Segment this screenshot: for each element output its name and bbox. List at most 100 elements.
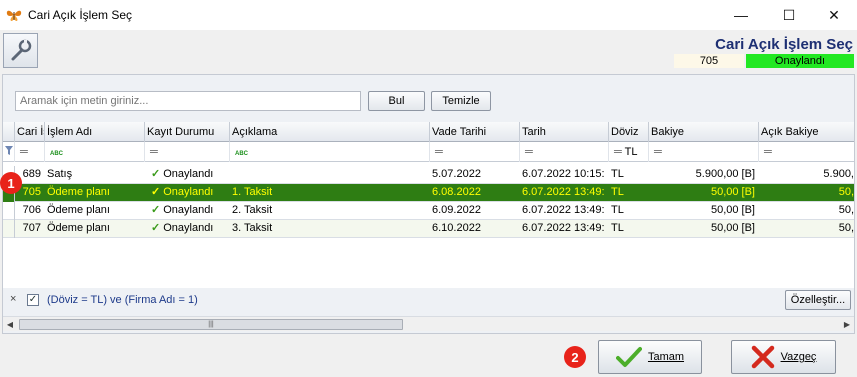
filter-row: ═ ABC ═ ABC ═ ═ ═ TL ═ ═ (3, 142, 854, 162)
cell-aciklama: 1. Taksit (232, 186, 273, 198)
cell-kayit-durumu: ✓ Onaylandı (145, 184, 230, 202)
col-header-bakiye[interactable]: Bakiye (649, 122, 759, 142)
abc-filter-icon: ABC (50, 151, 63, 157)
col-header-aciklama[interactable]: Açıklama (230, 122, 430, 142)
filter-kayit-durumu[interactable]: ═ (145, 142, 230, 162)
cell-status-text: Onaylandı (163, 168, 214, 180)
filter-bakiye[interactable]: ═ (649, 142, 759, 162)
cell-doviz: TL (611, 222, 624, 234)
filter-enabled-checkbox[interactable]: ✓ (27, 294, 39, 306)
filter-tarih[interactable]: ═ (520, 142, 609, 162)
cell-cari: 707 (22, 222, 41, 234)
filter-islem-adi[interactable]: ABC (45, 142, 145, 162)
table-row[interactable]: 707 Ödeme planı ✓ Onaylandı 3. Taksit 6.1… (3, 220, 854, 238)
row-indicator-header (3, 122, 15, 142)
window-title: Cari Açık İşlem Seç (28, 8, 133, 22)
cell-kayit-durumu: ✓ Onaylandı (145, 202, 230, 220)
cell-acik-bakiye: 5.900, (823, 168, 854, 180)
grid-header: Cari İş İşlem Adı Kayıt Durumu Açıklama … (3, 122, 854, 142)
filter-expression[interactable]: (Döviz = TL) ve (Firma Adı = 1) (47, 294, 198, 306)
cell-aciklama: 2. Taksit (232, 204, 273, 216)
clear-filter-icon[interactable]: × (10, 293, 16, 305)
col-header-islem-adi[interactable]: İşlem Adı (45, 122, 145, 142)
scroll-left-icon[interactable]: ◀ (3, 318, 17, 331)
cancel-button[interactable]: Vazgeç (731, 340, 836, 374)
funnel-icon (5, 146, 13, 155)
cell-islem-adi: Ödeme planı (47, 222, 110, 234)
table-row[interactable]: 689 Satış ✓ Onaylandı 5.07.2022 6.07.2022… (3, 166, 854, 184)
title-bar: Cari Açık İşlem Seç — ☐ ✕ (0, 0, 857, 30)
cell-tarih: 6.07.2022 13:49: (522, 204, 605, 216)
minimize-button[interactable]: — (718, 0, 764, 30)
check-icon: ✓ (151, 222, 161, 234)
cell-islem-adi: Satış (47, 168, 73, 180)
filter-acik-bakiye[interactable]: ═ (759, 142, 854, 162)
filter-bar: × ✓ (Döviz = TL) ve (Firma Adı = 1) (3, 290, 854, 312)
maximize-button[interactable]: ☐ (766, 0, 812, 30)
data-grid: Cari İş İşlem Adı Kayıt Durumu Açıklama … (3, 122, 854, 288)
cell-vade-tarihi: 6.09.2022 (432, 204, 481, 216)
cell-status-text: Onaylandı (163, 222, 214, 234)
close-button[interactable]: ✕ (811, 0, 857, 30)
cell-acik-bakiye: 50, (838, 222, 854, 234)
cell-tarih: 6.07.2022 13:49: (522, 222, 605, 234)
filter-aciklama[interactable]: ABC (230, 142, 430, 162)
scroll-thumb[interactable]: ||| (19, 319, 403, 330)
cell-doviz: TL (611, 204, 624, 216)
equals-icon: ═ (654, 146, 662, 158)
record-id: 705 (674, 54, 744, 68)
filter-doviz[interactable]: ═ TL (609, 142, 649, 162)
cell-cari: 706 (22, 204, 41, 216)
cell-aciklama (230, 166, 430, 184)
cell-status-text: Onaylandı (163, 204, 214, 216)
cell-bakiye: 50,00 [B] (710, 204, 755, 216)
filter-row-indicator (3, 142, 15, 162)
col-header-vade-tarihi[interactable]: Vade Tarihi (430, 122, 520, 142)
checkmark-icon (615, 347, 642, 367)
cell-islem-adi: Ödeme planı (47, 204, 110, 216)
col-header-doviz[interactable]: Döviz (609, 122, 649, 142)
cell-doviz: TL (611, 186, 624, 198)
equals-icon: ═ (150, 146, 158, 158)
cell-bakiye: 50,00 [B] (710, 222, 755, 234)
search-input[interactable] (15, 91, 361, 111)
page-title: Cari Açık İşlem Seç (715, 36, 853, 53)
col-header-acik-bakiye[interactable]: Açık Bakiye (759, 122, 854, 142)
filter-cari[interactable]: ═ (15, 142, 45, 162)
cell-aciklama: 3. Taksit (232, 222, 273, 234)
cell-tarih: 6.07.2022 13:49: (522, 186, 605, 198)
col-header-doviz-label: Döviz (611, 126, 639, 138)
abc-filter-icon: ABC (235, 151, 248, 157)
col-header-cari[interactable]: Cari İş (15, 122, 45, 142)
ok-button[interactable]: Tamam (598, 340, 702, 374)
cell-kayit-durumu: ✓ Onaylandı (145, 166, 230, 184)
table-row[interactable]: 706 Ödeme planı ✓ Onaylandı 2. Taksit 6.0… (3, 202, 854, 220)
equals-icon: ═ (435, 146, 443, 158)
cell-islem-adi: Ödeme planı (47, 186, 110, 198)
scroll-right-icon[interactable]: ▶ (840, 318, 854, 331)
table-row-selected[interactable]: 705 Ödeme planı ✓ Onaylandı 1. Taksit 6.0… (3, 184, 854, 202)
cell-vade-tarihi: 6.10.2022 (432, 222, 481, 234)
tools-button[interactable] (3, 33, 38, 68)
x-icon (751, 345, 774, 369)
cell-bakiye: 50,00 [B] (710, 186, 755, 198)
annotation-badge-1: 1 (0, 172, 22, 194)
check-icon: ✓ (151, 168, 161, 180)
ok-button-label: Tamam (647, 351, 685, 363)
equals-icon: ═ (20, 146, 28, 158)
customize-button[interactable]: Özelleştir... (785, 290, 851, 310)
row-indicator (3, 202, 15, 220)
filter-vade-tarihi[interactable]: ═ (430, 142, 520, 162)
clear-button[interactable]: Temizle (431, 91, 491, 111)
col-header-kayit-durumu[interactable]: Kayıt Durumu (145, 122, 230, 142)
status-badge: Onaylandı (746, 54, 854, 68)
find-button[interactable]: Bul (368, 91, 425, 111)
equals-icon: ═ (764, 146, 772, 158)
cell-acik-bakiye: 50, (838, 204, 854, 216)
row-indicator (3, 220, 15, 238)
check-icon: ✓ (151, 204, 161, 216)
horizontal-scrollbar[interactable]: ◀ ||| ▶ (3, 316, 854, 331)
cell-status-text: Onaylandı (163, 186, 214, 198)
cell-tarih: 6.07.2022 10:15: (522, 168, 605, 180)
col-header-tarih[interactable]: Tarih (520, 122, 609, 142)
